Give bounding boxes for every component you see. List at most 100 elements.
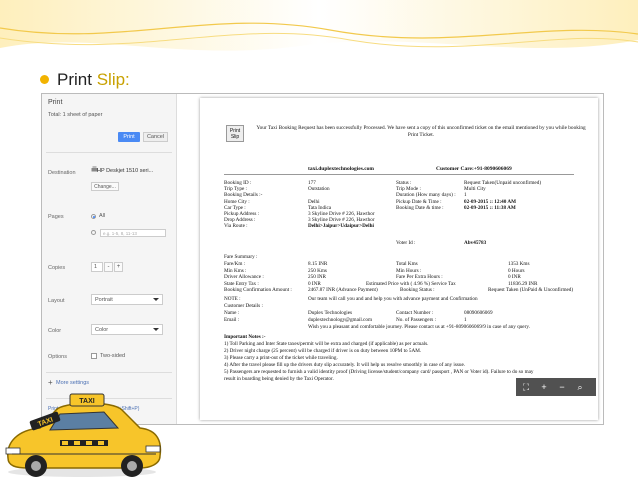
row-value: Tata Indica bbox=[308, 204, 332, 211]
row-value: Delhi>Jaipur>Udaipur>Delhi bbox=[308, 223, 374, 230]
print-settings-panel: Print Total: 1 sheet of paper Print Canc… bbox=[42, 94, 177, 424]
divider bbox=[224, 174, 574, 175]
print-slip-button[interactable]: Print Slip bbox=[226, 125, 244, 142]
taxi-roof-sign: TAXI bbox=[79, 398, 94, 405]
row-value: 8.15 INR bbox=[308, 261, 328, 267]
bullet-icon bbox=[40, 75, 49, 85]
row-label: Home City : bbox=[224, 198, 250, 205]
name-label: Name : bbox=[224, 310, 240, 316]
row-value: 0 INR bbox=[508, 274, 521, 281]
row-label: Duration (How many days) : bbox=[396, 192, 456, 199]
color-label: Color bbox=[48, 328, 62, 334]
note-item: result in boarding being denied by the T… bbox=[224, 376, 334, 382]
destination-value[interactable]: HP Deskjet 1510 seri... bbox=[97, 168, 153, 174]
slide-title: Print Slip: bbox=[40, 70, 130, 90]
site-name: taxi.duplextechnologies.com bbox=[308, 166, 374, 172]
copies-decrement-button[interactable]: - bbox=[104, 262, 113, 272]
row-value: Request Taken (UnPaid & Unconfirmed) bbox=[488, 287, 574, 294]
row-label: Trip Type : bbox=[224, 186, 247, 193]
row-value: Request Taken(Unpaid unconfirmed) bbox=[464, 180, 542, 186]
copies-input[interactable]: 1 bbox=[91, 262, 103, 272]
row-value: 3 Skyline Drive # 226, Hawthor bbox=[308, 217, 375, 224]
note-label: NOTE : bbox=[224, 296, 241, 302]
passengers-label: No. of Passengers : bbox=[396, 317, 437, 323]
print-preview-screenshot: Print Total: 1 sheet of paper Print Canc… bbox=[41, 93, 604, 425]
row-label: Min Kms : bbox=[224, 267, 247, 274]
row-value: Outstation bbox=[308, 186, 330, 193]
pages-all-label: All bbox=[99, 213, 106, 219]
passengers-value: 1 bbox=[464, 317, 467, 323]
voter-label: Voter Id : bbox=[396, 240, 416, 246]
row-label: State Entry Tax : bbox=[224, 280, 259, 287]
pages-label: Pages bbox=[48, 214, 64, 220]
taxi-illustration: TAXI TAXI bbox=[0, 388, 165, 484]
zoom-out-icon[interactable]: − bbox=[556, 381, 568, 393]
change-destination-button[interactable]: Change... bbox=[91, 182, 119, 191]
note-item: 4) After the travel please fill up the d… bbox=[224, 362, 466, 368]
note-text: Our team will call you and and help you … bbox=[308, 296, 478, 302]
email-value: duplextechnology@gmail.com bbox=[308, 317, 372, 323]
row-value: 11836.29 INR bbox=[508, 280, 538, 287]
chevron-down-icon bbox=[153, 298, 159, 301]
contact-label: Contact Number : bbox=[396, 310, 434, 316]
fit-page-icon[interactable]: ⛶ bbox=[520, 381, 532, 393]
plus-icon[interactable]: + bbox=[48, 378, 53, 387]
voter-value: Abv45783 bbox=[464, 240, 487, 246]
row-value: 2467.87 INR (Advance Payment) bbox=[308, 287, 378, 294]
zoom-toolbar: ⛶ + − ⌕ bbox=[516, 378, 596, 396]
layout-value: Portrait bbox=[95, 297, 113, 303]
customer-details-heading: Customer Details : bbox=[224, 303, 263, 309]
color-select[interactable]: Color bbox=[91, 324, 163, 335]
row-value: 0 INR bbox=[308, 280, 321, 287]
row-value: 02-09-2015 :: 12:40 AM bbox=[464, 198, 517, 205]
row-label: Booking ID : bbox=[224, 180, 252, 186]
copies-label: Copies bbox=[48, 265, 66, 271]
wish-text: Wish you a pleasant and comfortable jour… bbox=[308, 324, 530, 330]
header-decoration bbox=[0, 0, 638, 62]
cancel-button[interactable]: Cancel bbox=[143, 132, 168, 142]
layout-select[interactable]: Portrait bbox=[91, 294, 163, 305]
row-label: Booking Confirmation Amount : bbox=[224, 287, 292, 294]
pages-custom-radio[interactable] bbox=[91, 230, 96, 235]
more-settings-link[interactable]: More settings bbox=[56, 380, 89, 386]
zoom-icon[interactable]: ⌕ bbox=[574, 381, 586, 393]
row-label: Driver Allowance : bbox=[224, 274, 264, 281]
row-label: Min Hours : bbox=[396, 267, 422, 274]
row-label: Via Route : bbox=[224, 223, 248, 230]
divider bbox=[46, 152, 172, 153]
row-value: 3 Skyline Drive # 226, Hawthor bbox=[308, 211, 375, 217]
contact-value: 08090606069 bbox=[464, 310, 493, 316]
row-label: Fare Per Extra Hours : bbox=[396, 274, 443, 281]
row-label: Car Type : bbox=[224, 204, 246, 211]
two-sided-checkbox[interactable] bbox=[91, 353, 97, 359]
notes-heading: Important Notes :- bbox=[224, 334, 266, 340]
row-value: Delhi bbox=[308, 198, 320, 205]
row-label: Pickup Date & Time : bbox=[396, 198, 442, 205]
pages-range-input[interactable]: e.g. 1-5, 8, 11-13 bbox=[100, 229, 166, 237]
customer-care: Customer Care:+91-8090606069 bbox=[436, 166, 512, 172]
zoom-in-icon[interactable]: + bbox=[538, 381, 550, 393]
row-label: Booking Status : bbox=[400, 287, 435, 294]
destination-label: Destination bbox=[48, 170, 76, 176]
options-label: Options bbox=[48, 354, 67, 360]
row-label: Booking Date & time : bbox=[396, 204, 444, 211]
row-value: 02-09-2015 :: 11:38 AM bbox=[464, 204, 516, 211]
row-label: Estimated Price with ( 4.96 %) Service T… bbox=[366, 280, 456, 287]
two-sided-label: Two-sided bbox=[100, 353, 126, 359]
pages-all-radio[interactable] bbox=[91, 214, 96, 219]
copies-increment-button[interactable]: + bbox=[114, 262, 123, 272]
note-item: 2) Driver night charge (25 percent) will… bbox=[224, 348, 422, 354]
booking-message: Your Taxi Booking Request has been succe… bbox=[256, 125, 586, 138]
row-value: 250 Kms bbox=[308, 267, 327, 274]
name-value: Duplex Technologies bbox=[308, 310, 353, 316]
sheet-count: Total: 1 sheet of paper bbox=[48, 112, 103, 118]
row-label: Booking Details :- bbox=[224, 192, 263, 199]
email-label: Email : bbox=[224, 317, 240, 323]
print-button[interactable]: Print bbox=[118, 132, 140, 142]
row-label: Fare/Km : bbox=[224, 261, 246, 267]
row-value: 1353 Kms bbox=[508, 261, 530, 267]
row-value: 0 Hours bbox=[508, 267, 525, 274]
row-label: Drop Address : bbox=[224, 217, 256, 224]
row-label: Status : bbox=[396, 180, 412, 186]
print-panel-title: Print bbox=[48, 99, 63, 106]
